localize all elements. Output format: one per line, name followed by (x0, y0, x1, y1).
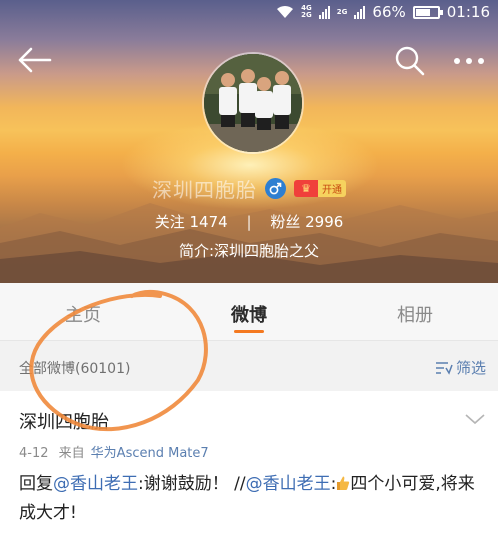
post-meta: 4-12 来自 华为Ascend Mate7 (19, 442, 215, 461)
followers-count: 2996 (305, 213, 344, 231)
battery-percent: 66% (372, 3, 406, 21)
post-date: 4-12 (19, 446, 49, 461)
tab-weibo-label: 微博 (231, 305, 267, 326)
network-label-bottom: 2G (301, 11, 312, 19)
crown-icon: ♛ (294, 179, 318, 197)
arrow-left-icon (18, 47, 52, 73)
tab-weibo[interactable]: 微博 (166, 283, 332, 340)
post-text: 回复@香山老王:谢谢鼓励！ //@香山老王: 四个小可爱,将来成大才! (19, 470, 489, 528)
profile-name-row: 深圳四胞胎 ♛ 开通 (0, 174, 498, 202)
post-text-reply: 回复 (19, 474, 53, 494)
all-posts-count[interactable]: 全部微博(60101) (19, 358, 130, 378)
battery-level-fill (415, 8, 430, 16)
mention-link[interactable]: @香山老王 (53, 474, 138, 494)
avatar[interactable] (204, 54, 302, 152)
network-label-2: 2G (336, 7, 348, 16)
profile-stats: 关注 1474 | 粉丝 2996 (0, 211, 498, 232)
feed-filter-bar: 全部微博(60101) 筛选 (0, 341, 498, 391)
post-author[interactable]: 深圳四胞胎 (19, 408, 109, 434)
battery-icon (412, 5, 443, 19)
network-type-2: 2G (336, 7, 348, 16)
search-icon (395, 46, 425, 76)
filter-label: 筛选 (455, 359, 486, 377)
profile-bio: 简介:深圳四胞胎之父 (178, 242, 320, 260)
network-type-1: 4G 2G (301, 5, 312, 19)
active-tab-indicator (234, 330, 264, 333)
profile-header: 4G 2G 2G 66% 01:16 深圳四胞胎 ♛ 开通 关注 1474 | … (0, 0, 498, 283)
search-button[interactable] (394, 45, 426, 77)
male-icon (265, 177, 286, 199)
thumbs-up-icon (337, 476, 350, 490)
following-stat[interactable]: 关注 1474 (155, 211, 228, 232)
mention-link-2[interactable]: @香山老王 (246, 474, 331, 494)
clock: 01:16 (446, 3, 490, 21)
wifi-icon (277, 5, 294, 18)
tab-album[interactable]: 相册 (332, 283, 498, 340)
post-text-thanks: :谢谢鼓励！ // (138, 474, 246, 494)
profile-name: 深圳四胞胎 (152, 177, 257, 202)
tab-home-label: 主页 (65, 305, 101, 326)
more-button[interactable] (452, 45, 486, 77)
vip-open-label: 开通 (318, 179, 346, 197)
following-count: 1474 (189, 213, 228, 231)
post-card[interactable]: 深圳四胞胎 4-12 来自 华为Ascend Mate7 回复@香山老王:谢谢鼓励… (0, 391, 498, 535)
followers-stat[interactable]: 粉丝 2996 (270, 211, 343, 232)
status-bar: 4G 2G 2G 66% 01:16 (0, 0, 498, 26)
filter-button[interactable]: 筛选 (435, 357, 486, 378)
signal-bars-1-icon (318, 5, 330, 19)
profile-tabs: 主页 微博 相册 (0, 283, 498, 341)
chevron-down-icon (465, 414, 485, 425)
back-button[interactable] (18, 46, 52, 74)
following-label: 关注 (154, 213, 185, 231)
tab-home[interactable]: 主页 (0, 283, 166, 340)
more-dots-icon (454, 58, 484, 64)
signal-bars-2-icon (354, 5, 366, 19)
tab-album-label: 相册 (397, 305, 433, 326)
filter-icon (435, 361, 453, 375)
post-menu-button[interactable] (462, 410, 488, 428)
followers-label: 粉丝 (270, 213, 301, 231)
avatar-photo (204, 54, 302, 152)
vip-badge[interactable]: ♛ 开通 (294, 179, 346, 197)
stats-divider: | (246, 213, 252, 231)
post-source-prefix: 来自 (58, 446, 85, 461)
post-source-link[interactable]: 华为Ascend Mate7 (91, 446, 209, 461)
